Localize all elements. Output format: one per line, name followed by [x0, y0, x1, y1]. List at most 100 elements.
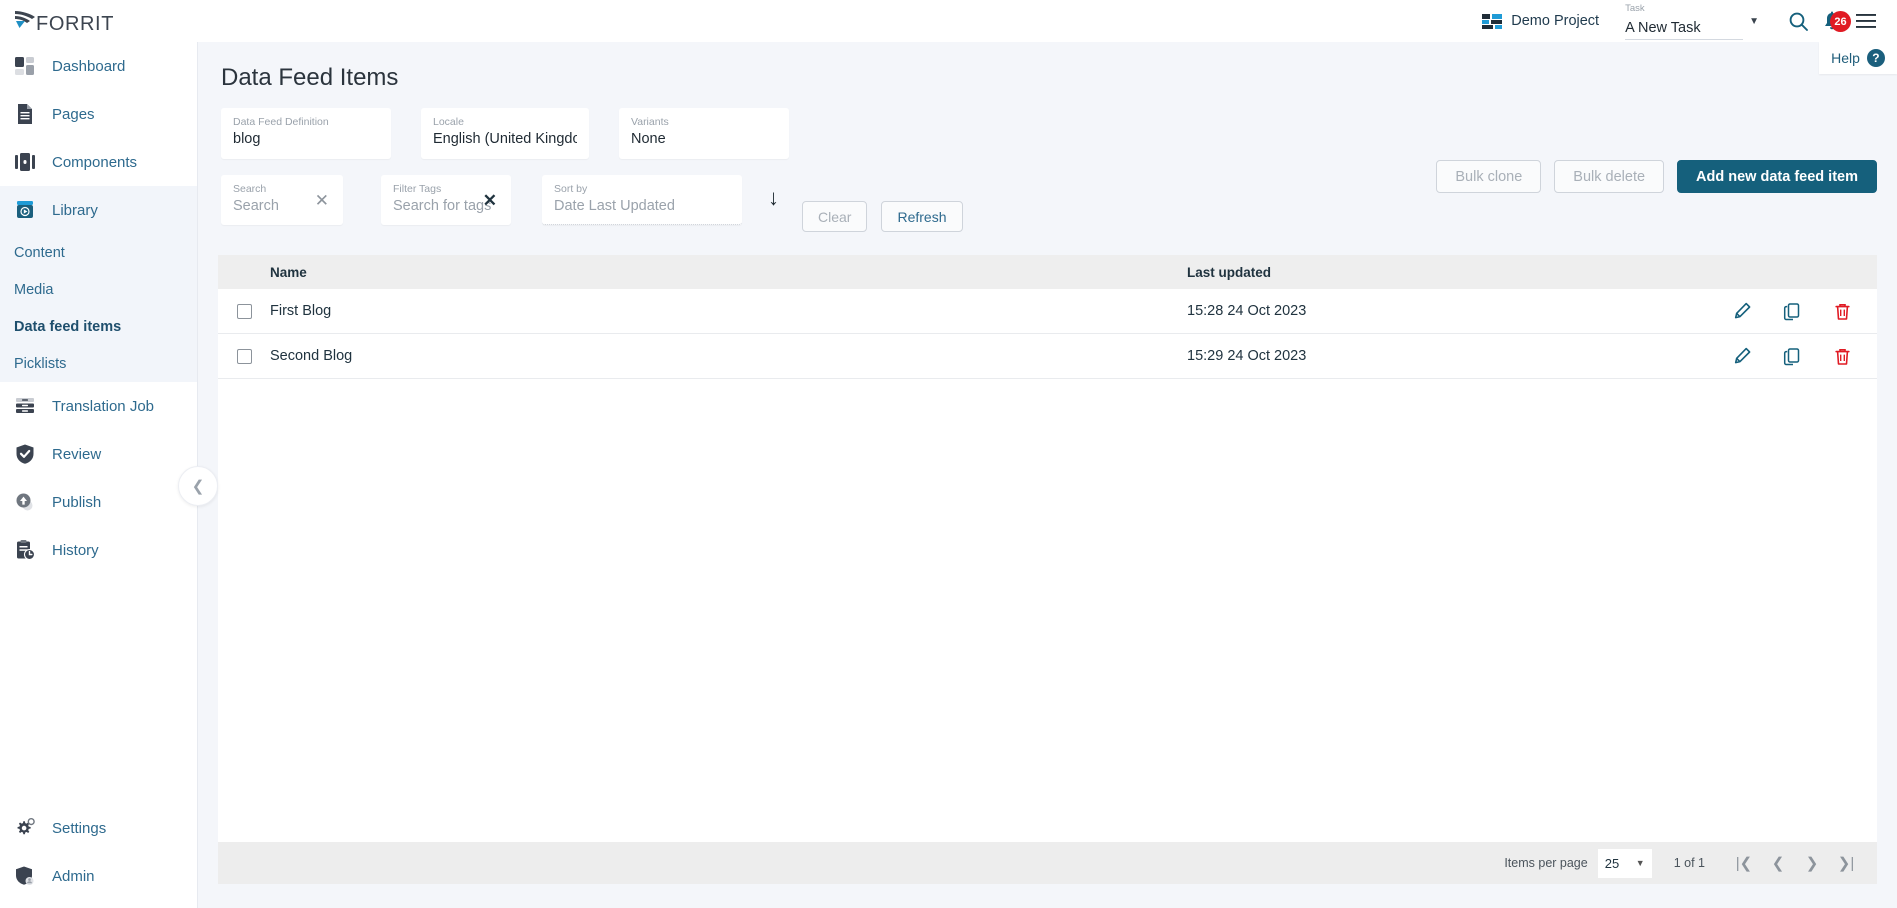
items-per-page-select[interactable]: 25 ▼: [1597, 848, 1652, 878]
sidebar-bottom-section: Settings Admin: [0, 804, 197, 900]
sidebar-item-label: Library: [52, 201, 98, 219]
row-checkbox-cell: [218, 348, 270, 364]
sidebar-item-content[interactable]: Content: [0, 234, 197, 271]
delete-trash-icon[interactable]: [1831, 345, 1853, 367]
delete-trash-icon[interactable]: [1831, 300, 1853, 322]
row-checkbox[interactable]: [236, 303, 252, 319]
sidebar-item-data-feed-items[interactable]: Data feed items: [0, 308, 197, 345]
search-icon[interactable]: [1781, 4, 1815, 38]
project-selector[interactable]: Demo Project: [1482, 13, 1599, 29]
field-value: English (United Kingdom) - en-: [433, 131, 577, 147]
page-document-icon: [14, 103, 36, 125]
sidebar-item-label: Pages: [52, 105, 95, 123]
sort-by-field[interactable]: Sort by Date Last Updated: [542, 175, 742, 225]
previous-page-icon[interactable]: ❮: [1761, 846, 1795, 880]
help-label: Help: [1831, 50, 1860, 66]
copy-duplicate-icon[interactable]: [1781, 345, 1803, 367]
copy-duplicate-icon[interactable]: [1781, 300, 1803, 322]
row-checkbox[interactable]: [236, 348, 252, 364]
sidebar-item-label: Components: [52, 153, 138, 171]
bulk-delete-button[interactable]: Bulk delete: [1554, 160, 1665, 193]
hamburger-menu-icon[interactable]: [1849, 4, 1883, 38]
first-page-icon[interactable]: |❮: [1727, 846, 1761, 880]
clear-filters-button[interactable]: Clear: [802, 201, 868, 232]
refresh-button[interactable]: Refresh: [881, 201, 963, 232]
sidebar-item-label: Dashboard: [52, 57, 126, 75]
sidebar-item-label: Publish: [52, 493, 102, 511]
chevron-down-icon[interactable]: ▼: [1749, 16, 1759, 27]
task-selector[interactable]: Task A New Task: [1625, 2, 1744, 40]
translation-stack-icon: [14, 395, 36, 417]
library-play-icon: [14, 199, 36, 221]
notification-badge: 26: [1830, 11, 1851, 32]
sidebar-item-publish[interactable]: Publish: [0, 478, 197, 526]
forrit-swoosh-icon: [12, 8, 38, 34]
sidebar-item-settings[interactable]: Settings: [0, 804, 197, 852]
sidebar-subitem-label: Data feed items: [14, 318, 122, 335]
sidebar-item-review[interactable]: Review: [0, 430, 197, 478]
sidebar-subitem-label: Picklists: [14, 355, 67, 372]
next-page-icon[interactable]: ❯: [1795, 846, 1829, 880]
sidebar-item-media[interactable]: Media: [0, 271, 197, 308]
cell-last-updated: 15:29 24 Oct 2023: [1187, 348, 1307, 364]
bulk-actions-row: Bulk clone Bulk delete Add new data feed…: [1436, 160, 1877, 193]
close-x-icon[interactable]: ✕: [315, 192, 329, 209]
sidebar-item-label: Review: [52, 445, 102, 463]
help-button[interactable]: Help ?: [1819, 42, 1897, 74]
locale-field[interactable]: Locale English (United Kingdom) - en-: [421, 108, 589, 159]
sort-by-value: Date Last Updated: [554, 198, 675, 214]
sidebar-item-label: History: [52, 541, 99, 559]
main-content-area: Data Feed Items Data Feed Definition blo…: [198, 42, 1897, 908]
column-header-name[interactable]: Name: [270, 265, 1187, 280]
field-label: Locale: [433, 116, 464, 128]
dashboard-grid-icon: [14, 55, 36, 77]
field-value: blog: [233, 131, 261, 147]
bell-icon[interactable]: 26: [1815, 4, 1851, 38]
history-clipboard-clock-icon: [14, 539, 36, 561]
sidebar-subitem-label: Content: [14, 244, 65, 261]
sidebar-item-history[interactable]: History: [0, 526, 197, 574]
field-label: Variants: [631, 116, 669, 128]
table-row[interactable]: First Blog 15:28 24 Oct 2023: [218, 289, 1877, 334]
field-value: None: [631, 131, 666, 147]
page-range-label: 1 of 1: [1673, 856, 1705, 870]
row-actions: [1707, 345, 1877, 367]
sidebar-item-picklists[interactable]: Picklists: [0, 345, 197, 382]
sidebar-item-admin[interactable]: Admin: [0, 852, 197, 900]
cell-name: Second Blog: [270, 348, 353, 364]
variants-field[interactable]: Variants None: [619, 108, 789, 159]
table-row[interactable]: Second Blog 15:29 24 Oct 2023: [218, 334, 1877, 379]
last-page-icon[interactable]: ❯|: [1829, 846, 1863, 880]
items-per-page-label: Items per page: [1504, 856, 1588, 870]
row-actions: [1707, 300, 1877, 322]
close-x-icon[interactable]: ✕: [483, 192, 497, 209]
sidebar-item-dashboard[interactable]: Dashboard: [0, 42, 197, 90]
filter-tags-field[interactable]: Filter Tags Search for tags ✕: [381, 175, 511, 225]
data-feed-items-table: Name Last updated First Blog 15:28 24 Oc…: [218, 255, 1877, 884]
arrow-down-icon[interactable]: ↓: [768, 187, 779, 209]
sidebar-item-pages[interactable]: Pages: [0, 90, 197, 138]
sidebar-item-translation-job[interactable]: Translation Job: [0, 382, 197, 430]
sidebar-item-library[interactable]: Library: [0, 186, 197, 234]
brand-logo[interactable]: FORRIT: [0, 0, 198, 42]
question-mark-icon: ?: [1866, 49, 1885, 67]
edit-pencil-icon[interactable]: [1731, 345, 1753, 367]
sidebar-collapse-button[interactable]: ❮: [178, 466, 218, 506]
chevron-down-icon: ▼: [1635, 858, 1645, 868]
page-title: Data Feed Items: [221, 64, 399, 91]
add-new-data-feed-item-button[interactable]: Add new data feed item: [1677, 160, 1877, 193]
bulk-clone-button[interactable]: Bulk clone: [1436, 160, 1542, 193]
edit-pencil-icon[interactable]: [1731, 300, 1753, 322]
cell-name: First Blog: [270, 303, 332, 319]
column-header-last-updated[interactable]: Last updated: [1187, 265, 1707, 280]
table-header-row: Name Last updated: [218, 255, 1877, 289]
shield-admin-icon: [14, 865, 36, 887]
sidebar-item-components[interactable]: Components: [0, 138, 197, 186]
search-field[interactable]: Search Search ✕: [221, 175, 343, 225]
data-feed-definition-field[interactable]: Data Feed Definition blog: [221, 108, 391, 159]
cell-last-updated: 15:28 24 Oct 2023: [1187, 303, 1307, 319]
sidebar-item-label: Admin: [52, 867, 95, 885]
header-right-controls: Demo Project Task A New Task ▼ 26: [1482, 0, 1897, 42]
project-name-label: Demo Project: [1511, 13, 1600, 29]
field-label: Sort by: [554, 183, 588, 195]
